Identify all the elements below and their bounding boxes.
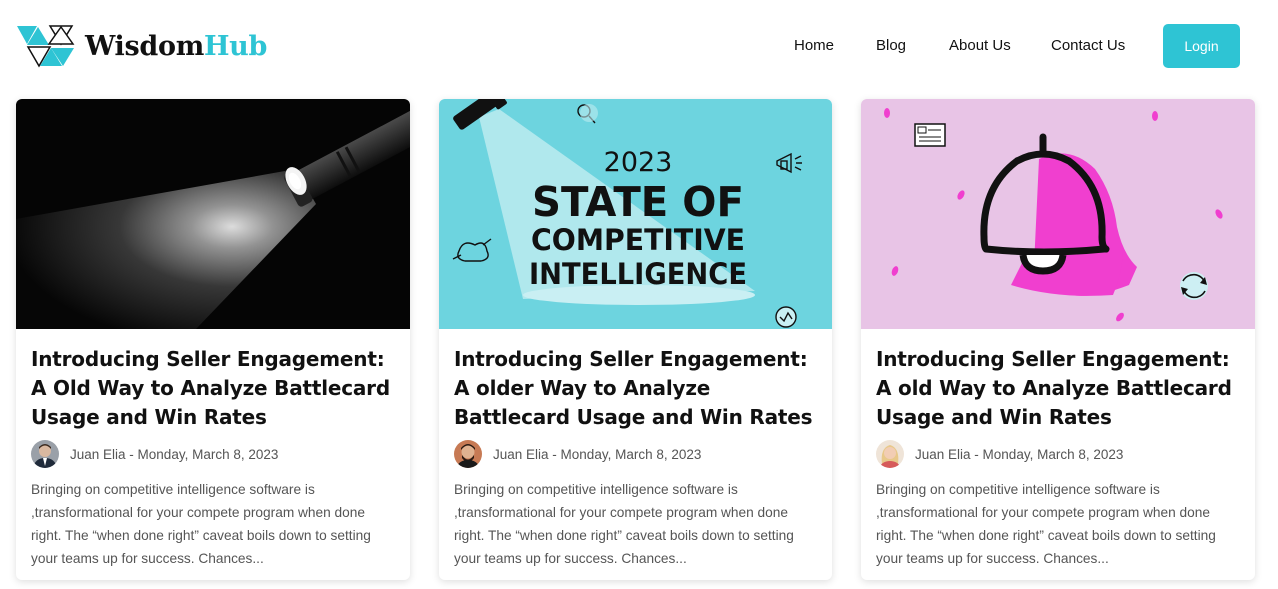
banner-line2: COMPETITIVE [531,223,745,257]
flashlight-photo-image [16,99,410,329]
card-meta: Juan Elia - Monday, March 8, 2023 [454,439,817,469]
id-card-icon [914,123,946,147]
banner-line3: INTELLIGENCE [529,257,747,291]
card-title[interactable]: Introducing Seller Engagement: A old Way… [876,345,1240,432]
author-avatar [31,440,59,468]
post-date: Monday, March 8, 2023 [137,446,279,462]
author-avatar [876,440,904,468]
blog-card[interactable]: 2023 STATE OF COMPETITIVE INTELLIGENCE I… [439,99,832,580]
bell-illustration-image [861,99,1255,329]
author-date: Juan Elia - Monday, March 8, 2023 [493,447,701,462]
author-date: Juan Elia - Monday, March 8, 2023 [915,447,1123,462]
nav-about-link[interactable]: About Us [949,37,1011,54]
navbar: WisdomHub Home Blog About Us Contact Us … [0,0,1278,92]
card-excerpt: Bringing on competitive intelligence sof… [454,482,794,566]
refresh-icon [1180,272,1208,300]
author-date: Juan Elia - Monday, March 8, 2023 [70,447,278,462]
date-separator: - [548,446,561,462]
nav-menu: Home Blog About Us Contact Us [0,37,1278,57]
blog-card[interactable]: Introducing Seller Engagement: A Old Way… [16,99,410,580]
nav-home-link[interactable]: Home [794,37,834,54]
date-separator: - [125,446,138,462]
state-of-ci-banner-image: 2023 STATE OF COMPETITIVE INTELLIGENCE [439,99,832,329]
card-excerpt: Bringing on competitive intelligence sof… [31,482,371,566]
author-name: Juan Elia [493,446,549,462]
post-date: Monday, March 8, 2023 [982,446,1124,462]
author-name: Juan Elia [70,446,126,462]
card-meta: Juan Elia - Monday, March 8, 2023 [31,439,395,469]
nav-contact-link[interactable]: Contact Us [1051,37,1125,54]
author-name: Juan Elia [915,446,971,462]
card-title[interactable]: Introducing Seller Engagement: A older W… [454,345,817,432]
card-body: Introducing Seller Engagement: A old Way… [861,329,1255,570]
card-body: Introducing Seller Engagement: A older W… [439,329,832,570]
card-meta: Juan Elia - Monday, March 8, 2023 [876,439,1240,469]
nav-blog-link[interactable]: Blog [876,37,906,54]
banner-year: 2023 [604,147,673,178]
post-date: Monday, March 8, 2023 [560,446,702,462]
date-separator: - [970,446,983,462]
blog-card[interactable]: Introducing Seller Engagement: A old Way… [861,99,1255,580]
card-body: Introducing Seller Engagement: A Old Way… [16,329,410,570]
author-avatar [454,440,482,468]
card-excerpt: Bringing on competitive intelligence sof… [876,482,1216,566]
card-title[interactable]: Introducing Seller Engagement: A Old Way… [31,345,395,432]
banner-line1: STATE OF [532,178,744,226]
login-button[interactable]: Login [1163,24,1240,68]
